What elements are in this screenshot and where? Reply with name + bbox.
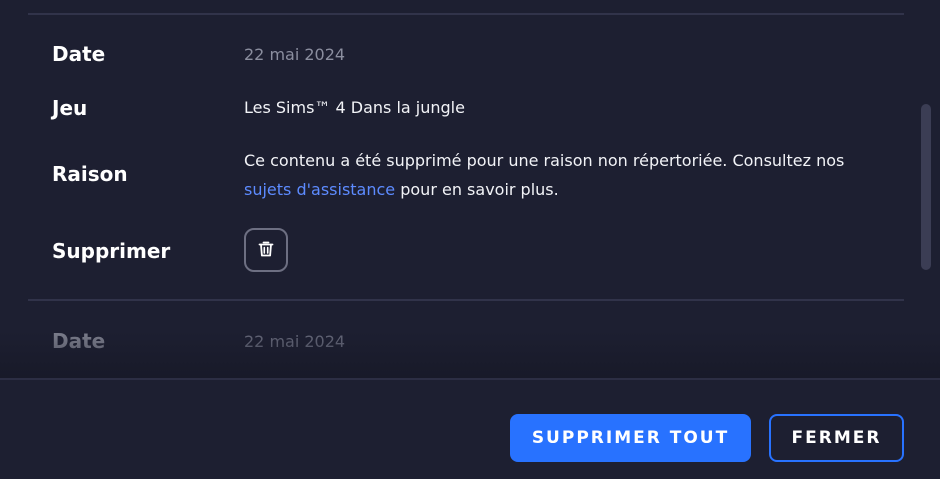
support-topics-link[interactable]: sujets d'assistance	[244, 180, 395, 199]
history-list[interactable]: Date 22 mai 2024 Jeu Les Sims™ 4 Dans la…	[0, 0, 940, 378]
delete-all-button[interactable]: SUPPRIMER TOUT	[510, 414, 751, 462]
divider	[28, 13, 904, 15]
reason-label: Raison	[52, 162, 128, 186]
date-value: 22 mai 2024	[244, 45, 346, 64]
date-value: 22 mai 2024	[244, 332, 346, 351]
divider	[28, 299, 904, 301]
game-value: Les Sims™ 4 Dans la jungle	[244, 98, 465, 117]
trash-icon	[257, 240, 275, 261]
scrollbar-thumb[interactable]	[921, 104, 931, 270]
game-label: Jeu	[52, 96, 88, 120]
reason-text: Ce contenu a été supprimé pour une raiso…	[244, 146, 864, 204]
close-button[interactable]: FERMER	[769, 414, 904, 462]
delete-label: Supprimer	[52, 239, 171, 263]
scroll-fade	[0, 300, 940, 378]
date-label: Date	[52, 42, 106, 66]
delete-entry-button[interactable]	[244, 228, 288, 272]
date-label: Date	[52, 329, 106, 353]
reason-text-end: pour en savoir plus.	[395, 180, 559, 199]
dialog-footer: SUPPRIMER TOUT FERMER	[0, 378, 940, 479]
reason-text-start: Ce contenu a été supprimé pour une raiso…	[244, 151, 845, 170]
